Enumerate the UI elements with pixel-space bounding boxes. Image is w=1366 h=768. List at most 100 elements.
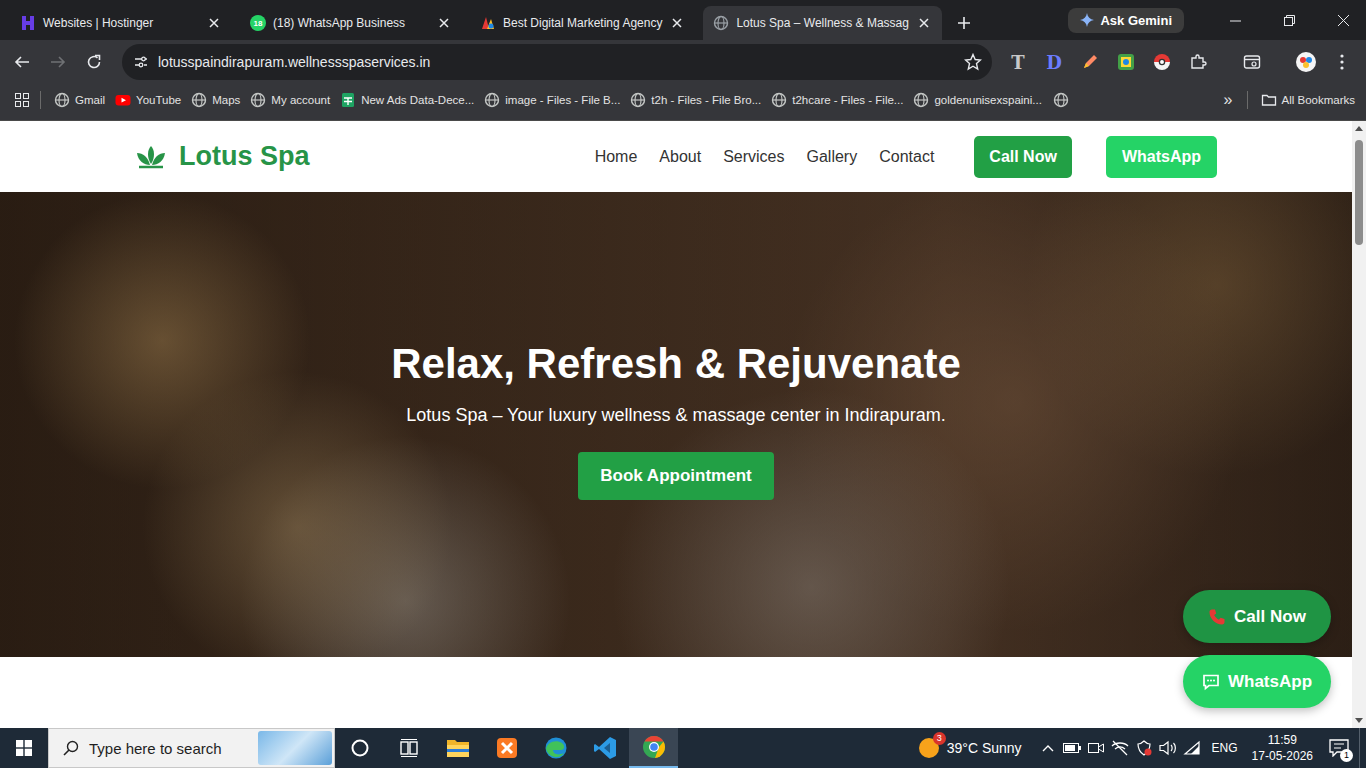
task-view-icon [399,738,419,758]
globe-icon [713,15,729,31]
volume-icon[interactable] [1156,740,1180,756]
bookmark-item[interactable]: goldenunisexspaini... [908,92,1046,108]
bookmark-item[interactable]: New Ads Data-Dece... [335,92,479,108]
site-header: Lotus Spa Home About Services Gallery Contact… [0,121,1352,192]
reload-icon[interactable] [76,44,112,80]
desktop-screen: Websites | Hostinger 18(18) WhatsApp Busi… [0,0,1366,768]
whatsapp-button[interactable]: WhatsApp [1106,136,1217,178]
plus-icon[interactable] [950,6,978,40]
nav-link[interactable]: Services [723,148,784,166]
bookmark-item[interactable]: t2hcare - Files - File... [766,92,908,108]
explorer-taskbar-button[interactable] [433,728,482,768]
input-language[interactable]: ENG [1204,741,1246,755]
bookmark-item[interactable]: image - Files - File B... [479,92,625,108]
bookmark-item[interactable]: YouTube [110,92,186,108]
close-icon[interactable] [206,15,222,31]
extension-button[interactable] [1144,44,1180,80]
network-off-icon[interactable] [1108,740,1132,756]
whatsapp-badge-icon: 18 [250,15,266,31]
bookmark-item[interactable]: My account [245,92,335,108]
search-icon [63,740,79,756]
meet-now-icon[interactable] [1084,741,1108,755]
nav-link[interactable]: Contact [879,148,934,166]
vscode-icon [593,736,617,760]
folder-icon [446,737,470,759]
nav-link[interactable]: Home [595,148,638,166]
edge-taskbar-button[interactable] [531,728,580,768]
xampp-icon [496,737,518,759]
chrome-icon [642,735,666,759]
hero-subtitle: Lotus Spa – Your luxury wellness & massa… [406,403,945,428]
system-tray: 339°C Sunny ENG11:5917-05-2026 1 [913,728,1366,768]
more-bookmarks-button[interactable]: » [1218,91,1239,109]
search-highlight-picture [258,731,332,765]
globe-icon[interactable] [1047,92,1075,108]
taskbar-search[interactable]: Type here to search [48,728,335,768]
nav-link[interactable]: Gallery [807,148,858,166]
page-section [0,657,1352,728]
hostinger-icon [20,15,36,31]
extension-button[interactable]: T [1000,44,1036,80]
scrollbar[interactable] [1352,121,1366,728]
windows-start-icon[interactable] [0,728,48,768]
restore-icon[interactable] [1266,0,1312,40]
wifi-icon[interactable] [1180,740,1204,756]
clock[interactable]: 11:5917-05-2026 [1246,732,1319,764]
browser-tab[interactable]: Websites | Hostinger [10,6,232,40]
extension-button[interactable] [1180,44,1216,80]
extension-button[interactable] [1072,44,1108,80]
tab-title: Websites | Hostinger [43,16,199,30]
address-bar[interactable]: lotusspaindirapuram.wellnessspaservices.… [122,44,992,80]
browser-tab[interactable]: 18(18) WhatsApp Business [240,6,462,40]
pokeball-icon [1153,53,1171,71]
minimize-icon[interactable] [1212,0,1258,40]
cortana-taskbar-button[interactable] [335,728,384,768]
xampp-taskbar-button[interactable] [482,728,531,768]
close-icon[interactable] [916,15,932,31]
floating-call-button[interactable]: Call Now [1183,590,1331,643]
all-bookmarks-button[interactable]: All Bookmarks [1256,92,1361,108]
scroll-thumb[interactable] [1355,140,1363,245]
floating-whatsapp-button[interactable]: WhatsApp [1183,655,1331,708]
browser-tab[interactable]: Lotus Spa – Wellness & Massag [703,6,942,40]
extension-button[interactable] [1108,44,1144,80]
call-now-button[interactable]: Call Now [974,136,1072,178]
vscode-taskbar-button[interactable] [580,728,629,768]
bookmark-item[interactable]: Gmail [49,92,110,108]
weather-widget[interactable]: 339°C Sunny [913,738,1036,758]
close-window-icon[interactable] [1320,0,1366,40]
site-info-icon[interactable] [130,54,152,70]
globe-icon [913,92,929,108]
profile-avatar-icon[interactable] [1288,44,1324,80]
extension-button[interactable]: D [1036,44,1072,80]
apps-grid-icon[interactable] [12,93,32,107]
taskbar: Type here to search 339°C Sunny ENG11:5917… [0,728,1366,768]
battery-icon[interactable] [1060,743,1084,753]
ask-gemini-button[interactable]: Ask Gemini [1068,8,1184,33]
show-desktop-button[interactable] [1359,728,1366,768]
close-icon[interactable] [436,15,452,31]
book-appointment-button[interactable]: Book Appointment [578,452,773,500]
cortana-icon [350,738,370,758]
browser-tab[interactable]: Best Digital Marketing Agency [470,6,695,40]
bookmark-item[interactable]: t2h - Files - File Bro... [625,92,766,108]
notification-center[interactable]: 1 [1319,728,1359,768]
task-view-taskbar-button[interactable] [384,728,433,768]
globe-icon [250,92,266,108]
bookmark-item[interactable]: Maps [186,92,245,108]
scroll-down-icon[interactable] [1355,718,1363,723]
back-arrow-icon[interactable] [4,44,40,80]
nav-link[interactable]: About [659,148,701,166]
site-logo[interactable]: Lotus Spa [135,141,310,172]
close-icon[interactable] [669,15,685,31]
chevron-up-icon[interactable] [1036,744,1060,752]
tab-title: Best Digital Marketing Agency [503,16,662,30]
star-icon[interactable] [964,53,982,71]
chrome-taskbar-button[interactable] [629,728,678,768]
menu-dots-icon[interactable] [1324,44,1360,80]
defender-icon[interactable] [1132,740,1156,756]
tab-search-icon[interactable] [1234,44,1270,80]
scroll-up-icon[interactable] [1355,126,1363,131]
notification-count: 1 [1340,749,1353,762]
lotus-icon [135,144,167,170]
